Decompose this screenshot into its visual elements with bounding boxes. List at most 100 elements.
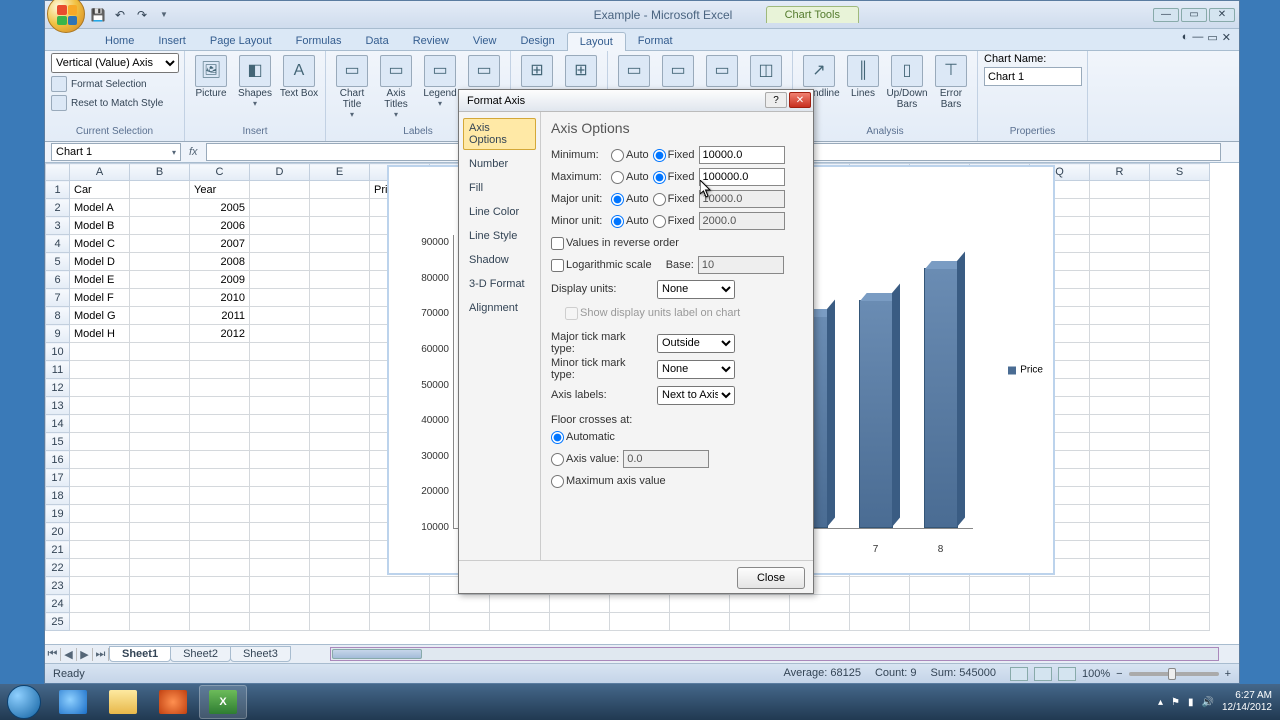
axes-button[interactable]: ⊞ bbox=[517, 53, 557, 87]
axis-labels-select[interactable]: Next to Axis bbox=[657, 386, 735, 405]
picture-button[interactable]: 🖼Picture bbox=[191, 53, 231, 99]
zoom-in-button[interactable]: + bbox=[1225, 668, 1231, 680]
taskbar-explorer[interactable] bbox=[99, 685, 147, 719]
sidebar-item-fill[interactable]: Fill bbox=[463, 178, 536, 198]
floor-maximum-radio[interactable]: Maximum axis value bbox=[551, 475, 666, 488]
restore-workbook-icon[interactable]: ▭ bbox=[1207, 31, 1217, 44]
tab-home[interactable]: Home bbox=[93, 32, 146, 50]
tab-review[interactable]: Review bbox=[401, 32, 461, 50]
taskbar-excel[interactable]: X bbox=[199, 685, 247, 719]
updown-bars-button[interactable]: ▯Up/Down Bars bbox=[887, 53, 927, 110]
minor-auto-radio[interactable]: Auto bbox=[611, 215, 649, 228]
log-scale-checkbox[interactable]: Logarithmic scale bbox=[551, 259, 652, 272]
view-normal-button[interactable] bbox=[1010, 667, 1028, 681]
fx-icon[interactable]: fx bbox=[189, 146, 198, 158]
tray-flag-icon[interactable]: ⚑ bbox=[1171, 697, 1180, 708]
shapes-button[interactable]: ◧Shapes▾ bbox=[235, 53, 275, 109]
tab-format[interactable]: Format bbox=[626, 32, 685, 50]
view-page-layout-button[interactable] bbox=[1034, 667, 1052, 681]
tray-network-icon[interactable]: ▮ bbox=[1188, 697, 1194, 708]
format-selection-button[interactable]: Format Selection bbox=[51, 75, 163, 93]
major-auto-radio[interactable]: Auto bbox=[611, 193, 649, 206]
text-box-button[interactable]: AText Box bbox=[279, 53, 319, 99]
tray-clock[interactable]: 6:27 AM 12/14/2012 bbox=[1222, 690, 1272, 714]
taskbar-media-player[interactable] bbox=[149, 685, 197, 719]
min-input[interactable] bbox=[699, 146, 785, 164]
major-fixed-radio[interactable]: Fixed bbox=[653, 193, 695, 206]
close-button[interactable]: Close bbox=[737, 567, 805, 589]
max-auto-radio[interactable]: Auto bbox=[611, 171, 649, 184]
major-tick-select[interactable]: Outside bbox=[657, 334, 735, 353]
floor-axis-value-input[interactable] bbox=[623, 450, 709, 468]
chart-floor-button[interactable]: ▭ bbox=[702, 53, 742, 87]
sidebar-item-alignment[interactable]: Alignment bbox=[463, 298, 536, 318]
undo-icon[interactable]: ↶ bbox=[111, 6, 129, 24]
display-units-select[interactable]: None bbox=[657, 280, 735, 299]
minor-tick-select[interactable]: None bbox=[657, 360, 735, 379]
redo-icon[interactable]: ↷ bbox=[133, 6, 151, 24]
tab-formulas[interactable]: Formulas bbox=[284, 32, 354, 50]
legend-button[interactable]: ▭Legend▾ bbox=[420, 53, 460, 109]
reverse-order-checkbox[interactable]: Values in reverse order bbox=[551, 237, 679, 250]
tab-data[interactable]: Data bbox=[353, 32, 400, 50]
sidebar-item-line-style[interactable]: Line Style bbox=[463, 226, 536, 246]
sheet-tab-2[interactable]: Sheet2 bbox=[170, 646, 231, 662]
view-page-break-button[interactable] bbox=[1058, 667, 1076, 681]
min-auto-radio[interactable]: Auto bbox=[611, 149, 649, 162]
3d-rotation-button[interactable]: ◫ bbox=[746, 53, 786, 87]
max-fixed-radio[interactable]: Fixed bbox=[653, 171, 695, 184]
error-bars-button[interactable]: ⊤Error Bars bbox=[931, 53, 971, 110]
dialog-title-bar[interactable]: Format Axis ? ✕ bbox=[459, 90, 813, 112]
sheet-nav-first[interactable]: ⏮ bbox=[45, 648, 61, 661]
minimize-button[interactable]: — bbox=[1153, 8, 1179, 22]
help-icon[interactable]: ◐ bbox=[1182, 31, 1189, 44]
axis-titles-button[interactable]: ▭Axis Titles▾ bbox=[376, 53, 416, 120]
chart-wall-button[interactable]: ▭ bbox=[658, 53, 698, 87]
reset-to-match-style-button[interactable]: Reset to Match Style bbox=[51, 94, 163, 112]
minor-fixed-radio[interactable]: Fixed bbox=[653, 215, 695, 228]
tab-design[interactable]: Design bbox=[508, 32, 566, 50]
zoom-slider[interactable] bbox=[1129, 672, 1219, 676]
minimize-ribbon-icon[interactable]: — bbox=[1192, 31, 1203, 44]
tab-view[interactable]: View bbox=[461, 32, 509, 50]
close-workbook-icon[interactable]: ✕ bbox=[1222, 31, 1231, 44]
horizontal-scrollbar[interactable] bbox=[330, 647, 1219, 661]
sidebar-item-axis-options[interactable]: Axis Options bbox=[463, 118, 536, 150]
sheet-tab-3[interactable]: Sheet3 bbox=[230, 646, 291, 662]
sheet-tab-1[interactable]: Sheet1 bbox=[109, 646, 171, 662]
show-units-label-checkbox[interactable]: Show display units label on chart bbox=[565, 307, 740, 320]
chart-title-button[interactable]: ▭Chart Title▾ bbox=[332, 53, 372, 120]
tray-show-hidden-icon[interactable]: ▴ bbox=[1158, 697, 1163, 708]
floor-axis-value-radio[interactable]: Axis value: bbox=[551, 453, 619, 466]
sheet-nav-next[interactable]: ▶ bbox=[77, 648, 93, 661]
minor-input[interactable] bbox=[699, 212, 785, 230]
close-button[interactable]: ✕ bbox=[1209, 8, 1235, 22]
zoom-percent[interactable]: 100% bbox=[1082, 668, 1110, 680]
sheet-nav-last[interactable]: ⏭ bbox=[93, 648, 109, 661]
tab-page-layout[interactable]: Page Layout bbox=[198, 32, 284, 50]
sidebar-item-number[interactable]: Number bbox=[463, 154, 536, 174]
min-fixed-radio[interactable]: Fixed bbox=[653, 149, 695, 162]
tab-insert[interactable]: Insert bbox=[146, 32, 198, 50]
dialog-close-button[interactable]: ✕ bbox=[789, 92, 811, 108]
gridlines-button[interactable]: ⊞ bbox=[561, 53, 601, 87]
tab-layout[interactable]: Layout bbox=[567, 32, 626, 51]
sidebar-item-3d-format[interactable]: 3-D Format bbox=[463, 274, 536, 294]
zoom-out-button[interactable]: − bbox=[1116, 668, 1122, 680]
maximize-button[interactable]: ▭ bbox=[1181, 8, 1207, 22]
base-input[interactable] bbox=[698, 256, 784, 274]
dialog-help-button[interactable]: ? bbox=[765, 92, 787, 108]
sidebar-item-shadow[interactable]: Shadow bbox=[463, 250, 536, 270]
start-button[interactable] bbox=[0, 684, 48, 720]
name-box[interactable]: Chart 1▾ bbox=[51, 143, 181, 161]
sidebar-item-line-color[interactable]: Line Color bbox=[463, 202, 536, 222]
qat-dropdown-icon[interactable]: ▼ bbox=[155, 6, 173, 24]
chart-element-dropdown[interactable]: Vertical (Value) Axis bbox=[51, 53, 179, 73]
save-icon[interactable]: 💾 bbox=[89, 6, 107, 24]
floor-automatic-radio[interactable]: Automatic bbox=[551, 431, 615, 444]
chart-name-input[interactable] bbox=[984, 67, 1082, 86]
plot-area-button[interactable]: ▭ bbox=[614, 53, 654, 87]
taskbar-ie[interactable] bbox=[49, 685, 97, 719]
lines-button[interactable]: ║Lines bbox=[843, 53, 883, 99]
sheet-nav-prev[interactable]: ◀ bbox=[61, 648, 77, 661]
